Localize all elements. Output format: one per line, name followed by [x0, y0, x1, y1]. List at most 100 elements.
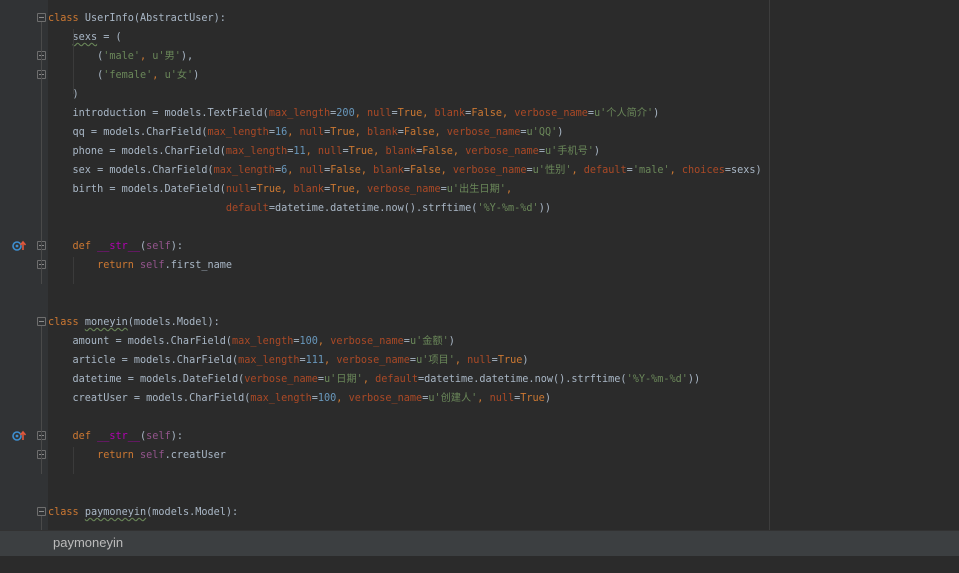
code-token: ,: [354, 127, 368, 138]
code-token: ): [557, 127, 564, 138]
code-token: ,: [305, 146, 318, 157]
code-token: 200: [336, 108, 355, 119]
code-line[interactable]: class paymoneyin(models.Model):: [48, 503, 238, 522]
code-line[interactable]: amount = models.CharField(max_length=100…: [48, 332, 455, 351]
bottom-strip: [0, 556, 959, 573]
code-token: u'个人简介': [594, 108, 654, 119]
code-token: )): [687, 374, 701, 385]
code-token: True: [330, 127, 355, 138]
code-token: max_length: [250, 393, 312, 404]
code-line[interactable]: ): [48, 85, 79, 104]
code-token: )): [538, 203, 551, 214]
code-token: True: [256, 184, 282, 195]
code-token: (models.Model):: [146, 507, 239, 518]
code-line[interactable]: sexs = (: [48, 28, 122, 47]
code-token: '%Y-%m-%d': [626, 374, 688, 385]
code-token: class: [48, 507, 85, 518]
code-token: ,: [362, 374, 376, 385]
code-token: (: [48, 70, 104, 81]
code-token: self: [140, 260, 165, 271]
code-token: ,: [360, 165, 374, 176]
code-token: verbose_name: [465, 146, 539, 157]
code-token: False: [403, 127, 435, 138]
code-token: ): [593, 146, 601, 157]
code-token: __str__: [97, 241, 141, 252]
code-token: = (: [97, 32, 122, 43]
code-token: amount = models.CharField(: [48, 336, 233, 347]
code-line[interactable]: introduction = models.TextField(max_leng…: [48, 104, 660, 123]
code-line[interactable]: ('female', u'女'): [48, 66, 199, 85]
code-token: (models.Model):: [127, 317, 220, 328]
code-line[interactable]: article = models.CharField(max_length=11…: [48, 351, 529, 370]
code-line[interactable]: class moneyin(models.Model):: [48, 313, 220, 332]
code-line[interactable]: def __str__(self):: [48, 237, 183, 256]
breadcrumb-item-paymoneyin[interactable]: paymoneyin: [53, 535, 123, 550]
code-token: self: [146, 431, 171, 442]
code-token: ,: [440, 165, 453, 176]
code-token: birth = models.DateField(: [48, 184, 226, 195]
code-token: return: [97, 260, 141, 271]
code-line[interactable]: qq = models.CharField(max_length=16, nul…: [48, 123, 564, 142]
code-line[interactable]: ('male', u'男'),: [48, 47, 193, 66]
code-token: qq = models.CharField(: [48, 127, 208, 138]
code-token: phone = models.CharField(: [48, 146, 226, 157]
code-token: ,: [422, 108, 435, 119]
code-editor[interactable]: class UserInfo(AbstractUser): sexs = ( (…: [0, 0, 959, 573]
code-line[interactable]: default=datetime.datetime.now().strftime…: [48, 199, 551, 218]
code-token: sex = models.CharField(: [48, 165, 214, 176]
code-token: default: [583, 165, 627, 176]
code-line[interactable]: birth = models.DateField(null=True, blan…: [48, 180, 513, 199]
code-token: False: [330, 165, 361, 176]
code-token: ):: [170, 431, 183, 442]
right-margin-guide: [769, 0, 770, 530]
code-token: default: [375, 374, 419, 385]
code-token: creatUser = models.CharField(: [48, 393, 251, 404]
code-token: u'金额': [409, 336, 449, 347]
indent-guide: [73, 257, 74, 284]
code-token: u'性别': [532, 165, 572, 176]
code-line[interactable]: class UserInfo(AbstractUser):: [48, 9, 226, 28]
code-line[interactable]: return self.creatUser: [48, 446, 226, 465]
code-token: ,: [434, 127, 447, 138]
code-line[interactable]: sex = models.CharField(max_length=6, nul…: [48, 161, 762, 180]
code-token: max_length: [232, 336, 294, 347]
code-token: blank: [293, 184, 325, 195]
code-token: ,: [454, 355, 468, 366]
code-token: u'创建人': [428, 393, 478, 404]
code-token: ,: [354, 184, 368, 195]
code-token: blank: [434, 108, 466, 119]
code-token: ,: [336, 393, 349, 404]
code-token: ): [48, 89, 79, 100]
code-token: blank: [367, 127, 398, 138]
code-token: UserInfo(AbstractUser):: [84, 13, 226, 24]
code-token: True: [397, 108, 423, 119]
code-token: null: [317, 146, 343, 157]
code-token: 100: [299, 336, 318, 347]
code-token: =datetime.datetime.now().strftime(: [268, 203, 478, 214]
code-token: u'QQ': [526, 127, 558, 138]
indent-guide: [73, 29, 74, 94]
code-token: =sexs): [724, 165, 762, 176]
code-line[interactable]: phone = models.CharField(max_length=11, …: [48, 142, 601, 161]
code-token: ,: [152, 70, 165, 81]
code-line[interactable]: def __str__(self):: [48, 427, 183, 446]
code-token: ,: [571, 165, 584, 176]
code-token: True: [497, 355, 523, 366]
code-token: max_length: [268, 108, 331, 119]
code-token: ,: [287, 165, 300, 176]
code-token: .creatUser: [164, 450, 226, 461]
code-line[interactable]: datetime = models.DateField(verbose_name…: [48, 370, 701, 389]
code-token: 11: [293, 146, 306, 157]
code-line[interactable]: return self.first_name: [48, 256, 232, 275]
code-token: self: [146, 241, 171, 252]
code-line[interactable]: creatUser = models.CharField(max_length=…: [48, 389, 551, 408]
code-token: verbose_name: [330, 336, 404, 347]
code-token: __str__: [97, 431, 141, 442]
code-token: True: [330, 184, 355, 195]
code-token: 16: [274, 127, 288, 138]
code-area[interactable]: class UserInfo(AbstractUser): sexs = ( (…: [0, 0, 959, 530]
code-token: self: [140, 450, 165, 461]
